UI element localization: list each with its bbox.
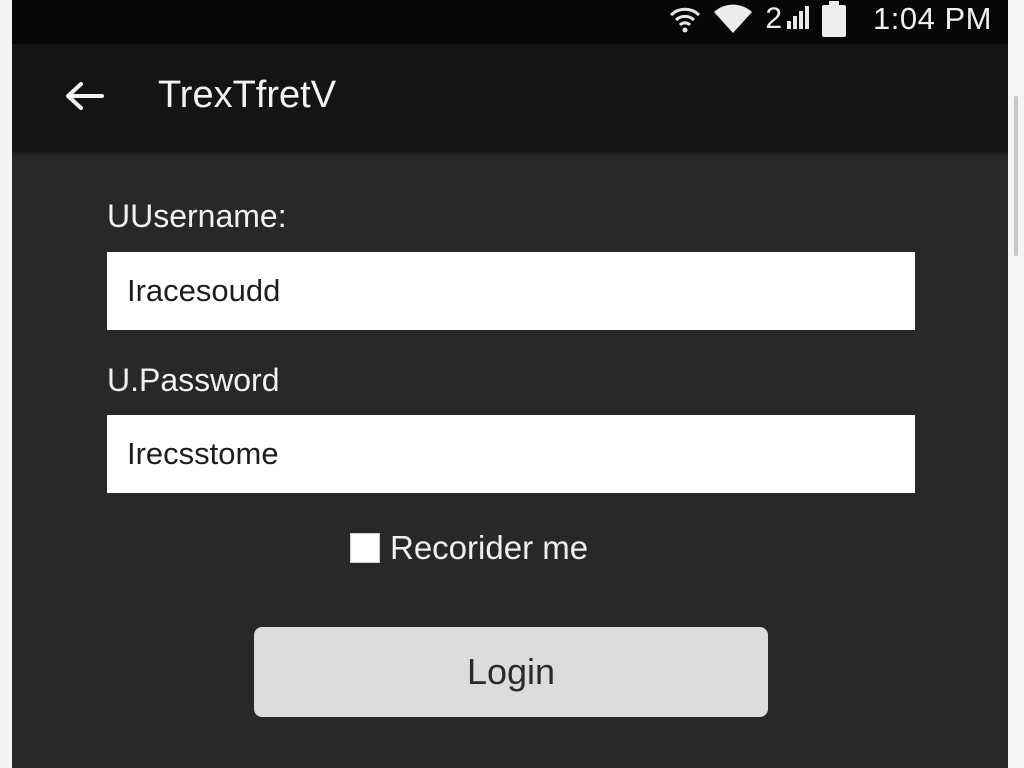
back-button[interactable]: [62, 76, 106, 120]
username-label: UUsername:: [107, 198, 287, 234]
login-button[interactable]: Login: [254, 627, 768, 717]
wifi-icon: [713, 4, 753, 34]
username-input[interactable]: [107, 252, 915, 330]
remember-me-checkbox[interactable]: [350, 533, 380, 563]
scrollbar-thumb[interactable]: [1014, 96, 1018, 256]
cell-signal-icon: [787, 5, 810, 34]
status-icons: 2 1:04 PM: [669, 0, 992, 38]
signal-label: 2: [765, 2, 783, 35]
password-label: U.Password: [107, 362, 280, 398]
battery-icon: [821, 1, 847, 37]
arrow-left-icon: [64, 81, 104, 116]
app-bar: TrexTfretV: [12, 44, 1008, 152]
remember-me-row[interactable]: Recorider me: [350, 529, 589, 566]
password-input[interactable]: [107, 415, 915, 493]
app-title: TrexTfretV: [158, 74, 337, 116]
remember-me-label: Recorider me: [390, 529, 589, 566]
cell-signal-indicator: 2: [765, 2, 810, 35]
app-screen: 2 1:04 PM TrexTfretV UUsername: Iracesou…: [12, 0, 1008, 768]
status-time: 1:04 PM: [873, 1, 992, 36]
status-bar: 2 1:04 PM: [12, 0, 1008, 44]
wifi-icon: [669, 3, 701, 35]
